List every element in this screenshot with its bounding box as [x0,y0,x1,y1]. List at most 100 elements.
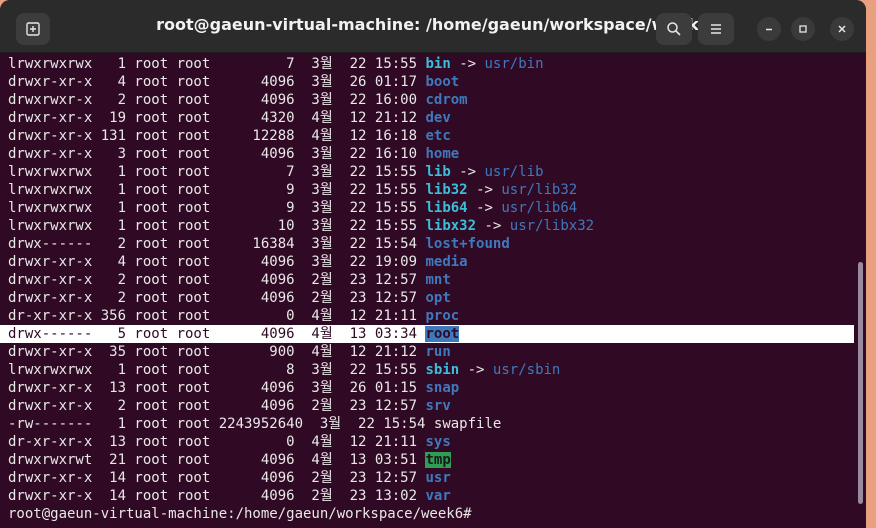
listing-row[interactable]: lrwxrwxrwx 1 root root 7 3월 22 15:55 bin… [8,55,858,73]
listing-row[interactable]: drwx------ 5 root root 4096 4월 13 03:34 … [0,325,854,343]
file-name: boot [425,74,460,90]
file-name: lib64 [425,200,468,216]
file-name: media [425,254,468,270]
file-name: run [425,344,451,360]
listing-row[interactable]: lrwxrwxrwx 1 root root 9 3월 22 15:55 lib… [8,199,858,217]
file-name: dev [425,110,451,126]
listing-row[interactable]: -rw------- 1 root root 2243952640 3월 22 … [8,415,858,433]
file-name: swapfile [433,416,502,432]
link-arrow: -> [459,56,477,72]
file-meta: drwxr-xr-x 19 root root 4320 4월 12 21:12 [8,110,426,126]
file-meta: drwxr-xr-x 13 root root 4096 3월 26 01:15 [8,380,426,396]
shell-prompt[interactable]: root@gaeun-virtual-machine:/home/gaeun/w… [8,505,858,523]
file-meta: drwx------ 5 root root 4096 4월 13 03:34 [8,326,426,342]
file-name: libx32 [425,218,477,234]
file-meta: drwxr-xr-x 4 root root 4096 3월 26 01:17 [8,74,426,90]
listing-row[interactable]: drwxr-xr-x 4 root root 4096 3월 26 01:17 … [8,73,858,91]
link-target: usr/libx32 [509,218,595,234]
file-meta: lrwxrwxrwx 1 root root 8 3월 22 15:55 [8,362,426,378]
listing-row[interactable]: dr-xr-xr-x 13 root root 0 4월 12 21:11 sy… [8,433,858,451]
file-meta: drwxr-xr-x 35 root root 900 4월 12 21:12 [8,344,426,360]
listing-row[interactable]: drwxrwxrwt 21 root root 4096 4월 13 03:51… [8,451,858,469]
link-arrow: -> [467,362,485,378]
link-target: usr/bin [484,56,544,72]
file-name: root [425,326,460,342]
file-meta: drwxrwxr-x 2 root root 4096 3월 22 16:00 [8,92,426,108]
listing-row[interactable]: drwxr-xr-x 131 root root 12288 4월 12 16:… [8,127,858,145]
link-arrow: -> [459,164,477,180]
link-arrow: -> [484,218,502,234]
listing-row[interactable]: drwxr-xr-x 14 root root 4096 2월 23 13:02… [8,487,858,505]
listing-row[interactable]: lrwxrwxrwx 1 root root 9 3월 22 15:55 lib… [8,181,858,199]
listing-row[interactable]: lrwxrwxrwx 1 root root 10 3월 22 15:55 li… [8,217,858,235]
file-name: opt [425,290,451,306]
minimize-button[interactable] [757,17,781,41]
file-meta: drwxrwxrwt 21 root root 4096 4월 13 03:51 [8,452,426,468]
file-meta: drwxr-xr-x 4 root root 4096 3월 22 19:09 [8,254,426,270]
listing-row[interactable]: drwxr-xr-x 13 root root 4096 3월 26 01:15… [8,379,858,397]
file-name: usr [425,470,451,486]
file-meta: lrwxrwxrwx 1 root root 7 3월 22 15:55 [8,56,426,72]
file-meta: dr-xr-xr-x 13 root root 0 4월 12 21:11 [8,434,426,450]
file-name: lost+found [425,236,510,252]
listing-row[interactable]: drwxr-xr-x 2 root root 4096 2월 23 12:57 … [8,271,858,289]
close-button[interactable] [830,17,854,41]
scrollbar[interactable] [858,262,863,504]
title-bar: root@gaeun-virtual-machine: /home/gaeun/… [0,0,866,53]
listing-row[interactable]: lrwxrwxrwx 1 root root 8 3월 22 15:55 sbi… [8,361,858,379]
search-icon [667,22,681,36]
file-meta: drwxr-xr-x 2 root root 4096 2월 23 12:57 [8,272,426,288]
file-meta: drwxr-xr-x 3 root root 4096 3월 22 16:10 [8,146,426,162]
listing-row[interactable]: dr-xr-xr-x 356 root root 0 4월 12 21:11 p… [8,307,858,325]
file-meta: drwx------ 2 root root 16384 3월 22 15:54 [8,236,426,252]
terminal-window: root@gaeun-virtual-machine: /home/gaeun/… [0,0,866,528]
minimize-icon [766,28,772,31]
file-meta: -rw------- 1 root root 2243952640 3월 22 … [8,416,434,432]
file-meta: lrwxrwxrwx 1 root root 10 3월 22 15:55 [8,218,426,234]
listing-row[interactable]: drwxr-xr-x 2 root root 4096 2월 23 12:57 … [8,397,858,415]
link-target: usr/lib64 [501,200,578,216]
window-title: root@gaeun-virtual-machine: /home/gaeun/… [156,15,710,34]
file-meta: lrwxrwxrwx 1 root root 7 3월 22 15:55 [8,164,426,180]
listing-row[interactable]: drwxr-xr-x 2 root root 4096 2월 23 12:57 … [8,289,858,307]
hamburger-menu-icon [711,24,721,34]
listing-row[interactable]: lrwxrwxrwx 1 root root 7 3월 22 15:55 lib… [8,163,858,181]
file-name: etc [425,128,451,144]
file-meta: drwxr-xr-x 2 root root 4096 2월 23 12:57 [8,290,426,306]
search-button[interactable] [656,13,692,45]
file-meta: drwxr-xr-x 131 root root 12288 4월 12 16:… [8,128,426,144]
link-arrow: -> [476,182,493,198]
file-meta: dr-xr-xr-x 356 root root 0 4월 12 21:11 [8,308,426,324]
file-name: lib [425,164,451,180]
menu-button[interactable] [698,13,734,45]
listing-row[interactable]: drwxr-xr-x 19 root root 4320 4월 12 21:12… [8,109,858,127]
link-target: usr/lib [484,164,544,180]
listing-row[interactable]: drwxr-xr-x 14 root root 4096 2월 23 12:57… [8,469,858,487]
link-target: usr/lib32 [501,182,578,198]
file-meta: drwxr-xr-x 14 root root 4096 2월 23 13:02 [8,488,426,504]
terminal-output[interactable]: lrwxrwxrwx 1 root root 7 3월 22 15:55 bin… [0,55,858,523]
file-name: cdrom [425,92,468,108]
listing-row[interactable]: drwx------ 2 root root 16384 3월 22 15:54… [8,235,858,253]
file-name: sbin [425,362,460,378]
listing-row[interactable]: drwxr-xr-x 3 root root 4096 3월 22 16:10 … [8,145,858,163]
link-target: usr/sbin [492,362,561,378]
file-name: home [425,146,460,162]
close-icon [838,25,846,33]
file-name: snap [425,380,460,396]
listing-row[interactable]: drwxr-xr-x 35 root root 900 4월 12 21:12 … [8,343,858,361]
maximize-button[interactable] [791,17,815,41]
file-name: var [425,488,451,504]
listing-row[interactable]: drwxr-xr-x 4 root root 4096 3월 22 19:09 … [8,253,858,271]
listing-row[interactable]: drwxrwxr-x 2 root root 4096 3월 22 16:00 … [8,91,858,109]
file-meta: drwxr-xr-x 14 root root 4096 2월 23 12:57 [8,470,426,486]
link-arrow: -> [476,200,493,216]
